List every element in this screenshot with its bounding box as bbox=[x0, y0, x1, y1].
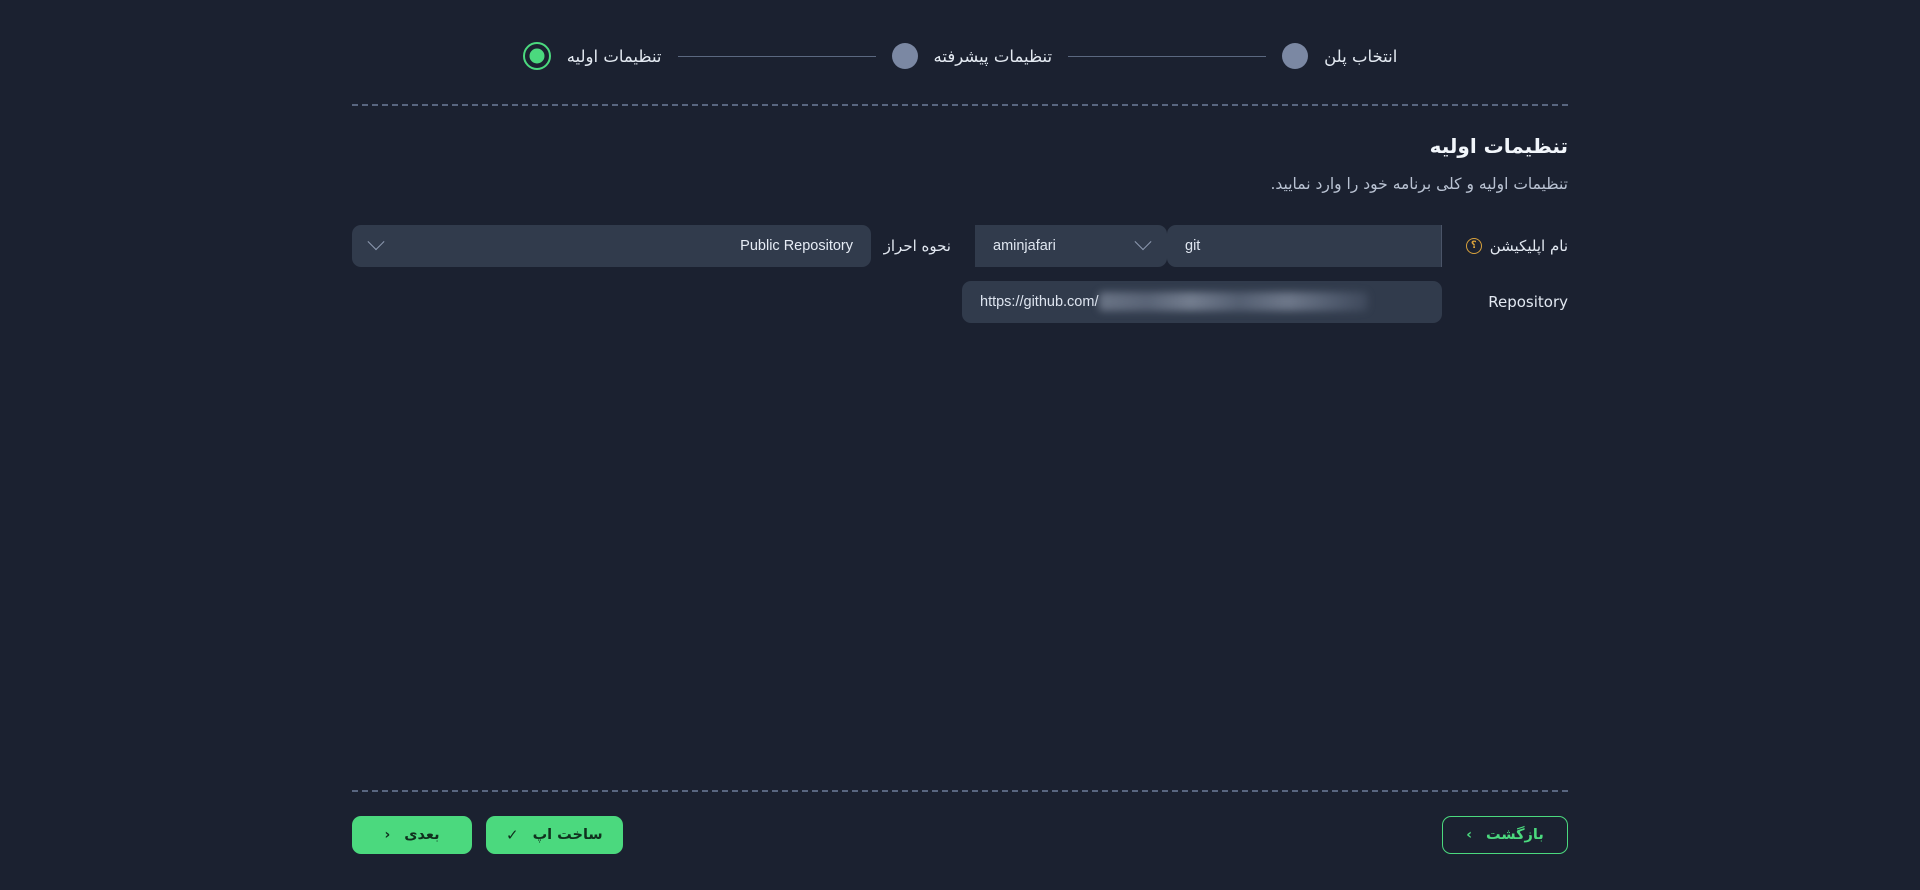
owner-value: aminjafari bbox=[993, 237, 1056, 254]
main-content: تنظیمات اولیه تنظیمات اولیه و کلی برنامه… bbox=[352, 120, 1568, 337]
auth-method-label: نحوه احراز bbox=[871, 237, 975, 255]
footer-left-group: ساخت اپ ✓ بعدی ‹ bbox=[352, 816, 623, 854]
step-dot-advanced[interactable] bbox=[891, 43, 918, 69]
step-connector-1 bbox=[1068, 55, 1267, 57]
step-connector-2 bbox=[677, 55, 876, 57]
app-name-value: git bbox=[1185, 237, 1201, 254]
footer-right-group: بازگشت › bbox=[1442, 816, 1568, 854]
step-dot-initial[interactable] bbox=[522, 42, 551, 70]
app-root: انتخاب پلن تنظیمات پیشرفته تنظیمات اولیه… bbox=[0, 0, 1920, 890]
page-subtitle: تنظیمات اولیه و کلی برنامه خود را وارد ن… bbox=[1270, 175, 1568, 193]
back-button[interactable]: بازگشت › bbox=[1442, 816, 1568, 854]
back-button-label: بازگشت bbox=[1486, 827, 1544, 843]
divider-top bbox=[352, 104, 1568, 106]
auth-method-value: Public Repository bbox=[740, 237, 853, 254]
page-title: تنظیمات اولیه bbox=[1429, 134, 1568, 158]
chevron-right-icon: › bbox=[1466, 827, 1472, 843]
owner-select[interactable]: aminjafari bbox=[975, 224, 1167, 267]
next-button[interactable]: بعدی ‹ bbox=[352, 816, 472, 854]
next-button-label: بعدی bbox=[404, 827, 440, 843]
step-plan-label: انتخاب پلن bbox=[1324, 46, 1398, 66]
build-app-button-label: ساخت اپ bbox=[532, 827, 603, 843]
form-row-repository: Repository https://github.com/ bbox=[352, 280, 1568, 323]
repository-label: Repository bbox=[1442, 293, 1568, 311]
step-advanced-settings[interactable]: تنظیمات پیشرفته bbox=[891, 43, 1053, 69]
step-advanced-settings-label: تنظیمات پیشرفته bbox=[933, 46, 1053, 66]
repository-label-text: Repository bbox=[1488, 292, 1568, 311]
initial-settings-form: نام اپلیکیشن ؟ git aminjafari نحوه احراز… bbox=[352, 224, 1568, 323]
form-row-app-name: نام اپلیکیشن ؟ git aminjafari نحوه احراز… bbox=[352, 224, 1568, 267]
check-icon: ✓ bbox=[506, 825, 519, 844]
repository-redacted-value bbox=[1099, 292, 1368, 312]
divider-bottom bbox=[352, 790, 1568, 792]
step-initial-settings-label: تنظیمات اولیه bbox=[566, 46, 662, 66]
auth-method-label-text: نحوه احراز bbox=[883, 236, 951, 255]
repository-input-inner: https://github.com/ bbox=[980, 292, 1424, 312]
app-name-input[interactable]: git bbox=[1167, 224, 1442, 267]
repository-input[interactable]: https://github.com/ bbox=[962, 280, 1442, 323]
build-app-button[interactable]: ساخت اپ ✓ bbox=[486, 816, 623, 854]
wizard-stepper: انتخاب پلن تنظیمات پیشرفته تنظیمات اولیه bbox=[0, 0, 1920, 112]
auth-method-select[interactable]: Public Repository bbox=[352, 224, 871, 267]
chevron-down-icon bbox=[367, 233, 385, 251]
question-circle-icon[interactable]: ؟ bbox=[1465, 237, 1482, 254]
chevron-down-icon bbox=[1134, 233, 1152, 251]
app-name-label: نام اپلیکیشن ؟ bbox=[1442, 237, 1568, 255]
step-initial-settings[interactable]: تنظیمات اولیه bbox=[522, 42, 662, 70]
repository-prefix: https://github.com/ bbox=[980, 293, 1099, 310]
step-plan[interactable]: انتخاب پلن bbox=[1282, 43, 1397, 69]
wizard-footer: بازگشت › ساخت اپ ✓ بعدی ‹ bbox=[352, 812, 1568, 858]
chevron-left-icon: ‹ bbox=[384, 827, 391, 843]
step-dot-plan[interactable] bbox=[1282, 43, 1309, 69]
app-name-label-text: نام اپلیکیشن bbox=[1489, 236, 1568, 255]
